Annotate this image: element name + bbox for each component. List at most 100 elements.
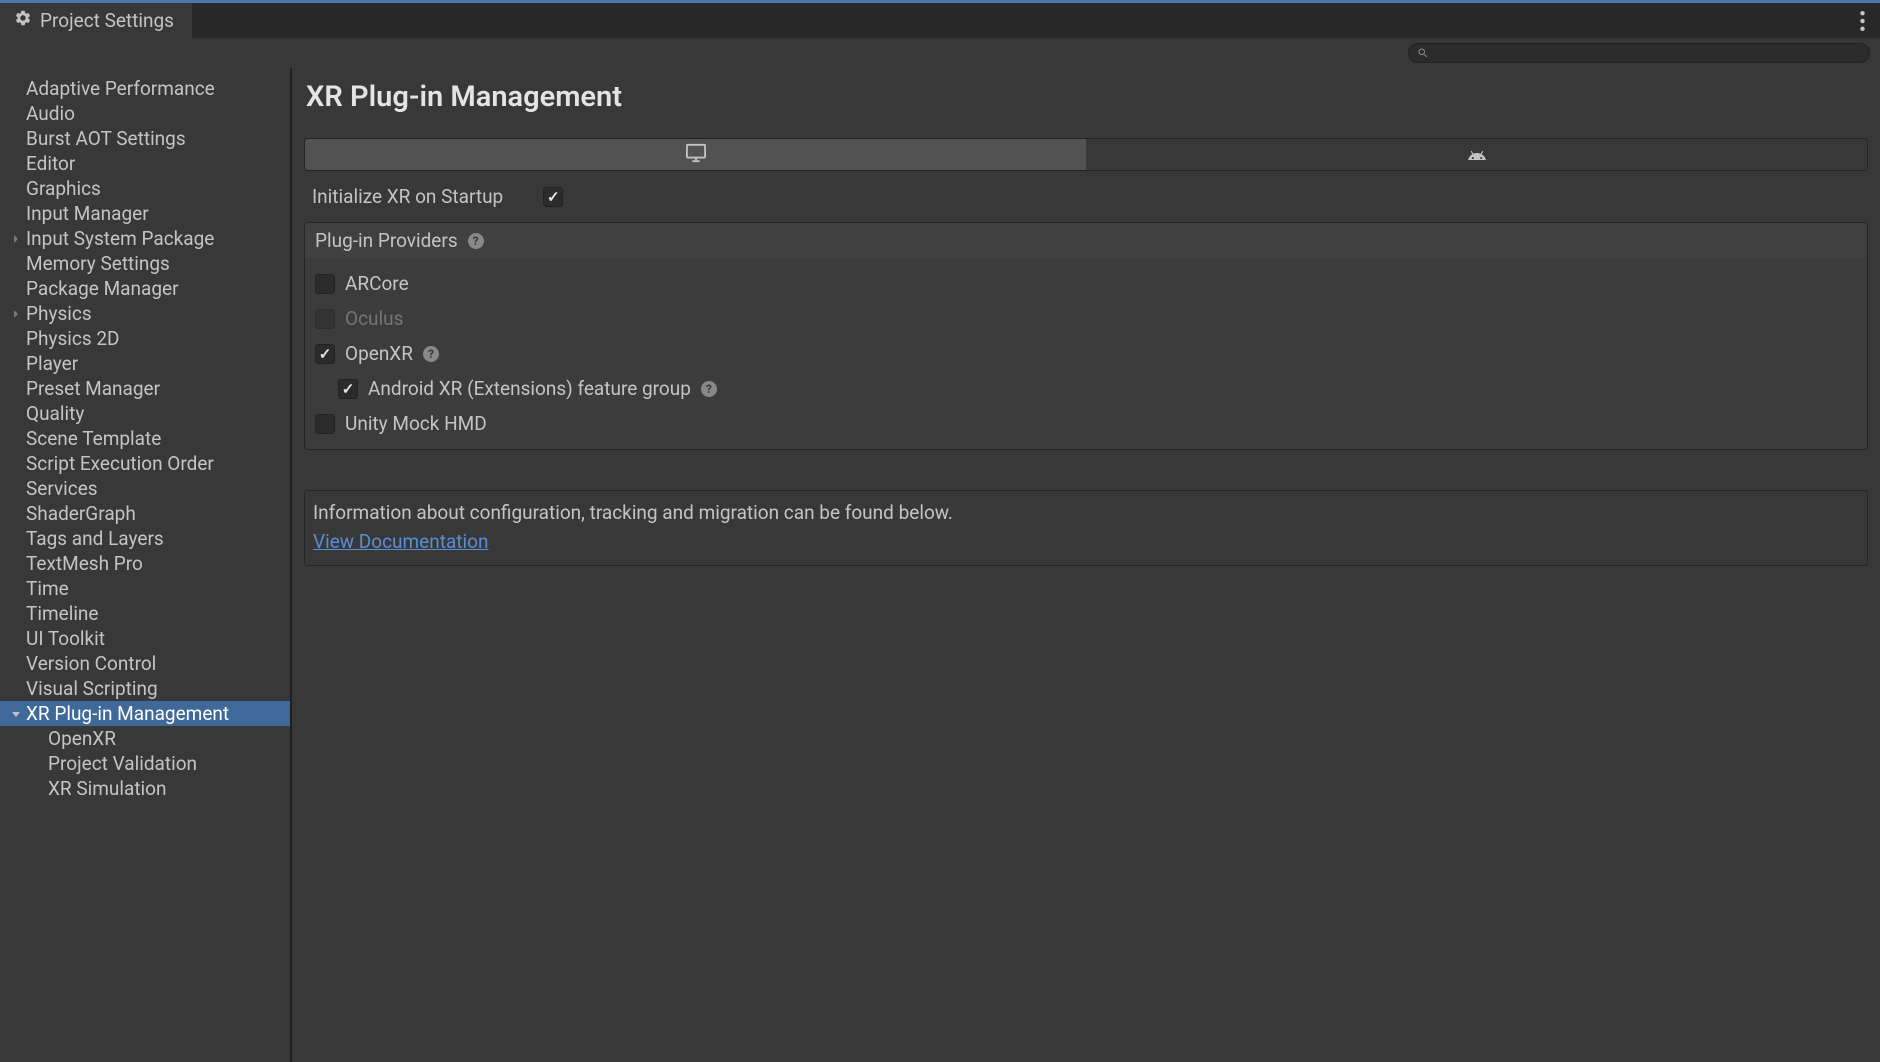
sidebar-item-label: Physics 2D [26,327,119,350]
providers-box: Plug-in Providers ? ARCoreOculusOpenXR?A… [304,222,1868,450]
sidebar-item-package-manager[interactable]: Package Manager [0,276,290,301]
platform-tabs [304,138,1868,171]
sidebar: Adaptive PerformanceAudioBurst AOT Setti… [0,68,292,1062]
sidebar-item-time[interactable]: Time [0,576,290,601]
sidebar-item-input-system-package[interactable]: Input System Package [0,226,290,251]
sidebar-item-xr-plug-in-management[interactable]: XR Plug-in Management [0,701,290,726]
help-icon[interactable]: ? [468,233,484,249]
sidebar-item-label: Adaptive Performance [26,77,215,100]
sidebar-item-label: Script Execution Order [26,452,214,475]
sidebar-item-label: Player [26,352,78,375]
android-icon [1467,145,1487,164]
tab-title: Project Settings [40,9,174,32]
sidebar-item-audio[interactable]: Audio [0,101,290,126]
sidebar-item-label: Physics [26,302,92,325]
search-icon [1417,44,1429,63]
chevron-right-icon [10,233,22,245]
sidebar-item-shadergraph[interactable]: ShaderGraph [0,501,290,526]
sidebar-item-label: Input Manager [26,202,149,225]
more-button[interactable] [1844,3,1880,38]
chevron-right-icon [10,308,22,320]
sidebar-item-burst-aot-settings[interactable]: Burst AOT Settings [0,126,290,151]
view-documentation-link[interactable]: View Documentation [313,530,488,553]
help-icon[interactable]: ? [423,346,439,362]
init-xr-checkbox[interactable] [543,187,563,207]
provider-row-android-xr-extensions-feature-group: Android XR (Extensions) feature group? [305,371,1867,406]
sidebar-item-ui-toolkit[interactable]: UI Toolkit [0,626,290,651]
sidebar-item-label: Preset Manager [26,377,160,400]
sidebar-item-graphics[interactable]: Graphics [0,176,290,201]
sidebar-item-textmesh-pro[interactable]: TextMesh Pro [0,551,290,576]
providers-body: ARCoreOculusOpenXR?Android XR (Extension… [305,258,1867,449]
tab-project-settings[interactable]: Project Settings [0,3,192,38]
sidebar-item-script-execution-order[interactable]: Script Execution Order [0,451,290,476]
monitor-icon [685,143,707,167]
sidebar-item-player[interactable]: Player [0,351,290,376]
info-text: Information about configuration, trackin… [313,501,1859,524]
sidebar-item-label: Graphics [26,177,101,200]
sidebar-item-adaptive-performance[interactable]: Adaptive Performance [0,76,290,101]
sidebar-item-tags-and-layers[interactable]: Tags and Layers [0,526,290,551]
sidebar-item-quality[interactable]: Quality [0,401,290,426]
sidebar-item-xr-simulation[interactable]: XR Simulation [0,776,290,801]
sidebar-item-services[interactable]: Services [0,476,290,501]
sidebar-item-label: ShaderGraph [26,502,136,525]
provider-label: ARCore [345,272,409,295]
sidebar-item-label: UI Toolkit [26,627,105,650]
sidebar-item-label: Version Control [26,652,156,675]
page-title: XR Plug-in Management [306,80,1868,114]
sidebar-item-version-control[interactable]: Version Control [0,651,290,676]
sidebar-item-physics[interactable]: Physics [0,301,290,326]
platform-tab-android[interactable] [1086,139,1867,170]
sidebar-item-project-validation[interactable]: Project Validation [0,751,290,776]
sidebar-item-physics-2d[interactable]: Physics 2D [0,326,290,351]
provider-checkbox[interactable] [338,379,358,399]
sidebar-item-label: Timeline [26,602,99,625]
providers-header: Plug-in Providers ? [305,223,1867,258]
provider-checkbox[interactable] [315,274,335,294]
sidebar-item-editor[interactable]: Editor [0,151,290,176]
sidebar-item-label: Package Manager [26,277,179,300]
provider-row-oculus: Oculus [305,301,1867,336]
sidebar-item-label: Input System Package [26,227,214,250]
sidebar-item-label: Quality [26,402,84,425]
search-box[interactable] [1408,43,1870,63]
sidebar-item-scene-template[interactable]: Scene Template [0,426,290,451]
provider-row-arcore: ARCore [305,266,1867,301]
sidebar-item-label: Audio [26,102,75,125]
provider-checkbox [315,309,335,329]
platform-tab-standalone[interactable] [305,139,1086,170]
provider-label: Android XR (Extensions) feature group [368,377,691,400]
sidebar-item-timeline[interactable]: Timeline [0,601,290,626]
sidebar-item-label: Project Validation [48,752,197,775]
sidebar-item-label: XR Simulation [48,777,167,800]
providers-header-label: Plug-in Providers [315,229,458,252]
help-icon[interactable]: ? [701,381,717,397]
sidebar-item-label: Editor [26,152,75,175]
sidebar-item-label: Time [26,577,69,600]
sidebar-item-label: XR Plug-in Management [26,702,229,725]
content-panel: XR Plug-in Management Initialize XR on S… [292,68,1880,1062]
sidebar-item-label: Memory Settings [26,252,170,275]
provider-label: OpenXR [345,342,413,365]
init-xr-label: Initialize XR on Startup [312,185,503,208]
sidebar-item-label: Visual Scripting [26,677,158,700]
sidebar-item-label: Tags and Layers [26,527,164,550]
sidebar-item-label: OpenXR [48,727,116,750]
sidebar-item-memory-settings[interactable]: Memory Settings [0,251,290,276]
provider-checkbox[interactable] [315,344,335,364]
toolbar [0,38,1880,68]
sidebar-item-openxr[interactable]: OpenXR [0,726,290,751]
titlebar: Project Settings [0,0,1880,38]
sidebar-item-label: Burst AOT Settings [26,127,186,150]
search-input[interactable] [1433,46,1861,61]
chevron-down-icon [10,708,22,720]
sidebar-item-preset-manager[interactable]: Preset Manager [0,376,290,401]
sidebar-item-visual-scripting[interactable]: Visual Scripting [0,676,290,701]
provider-checkbox[interactable] [315,414,335,434]
init-xr-row: Initialize XR on Startup [304,171,1868,222]
info-box: Information about configuration, trackin… [304,490,1868,566]
provider-row-unity-mock-hmd: Unity Mock HMD [305,406,1867,441]
sidebar-item-input-manager[interactable]: Input Manager [0,201,290,226]
sidebar-item-label: TextMesh Pro [26,552,143,575]
